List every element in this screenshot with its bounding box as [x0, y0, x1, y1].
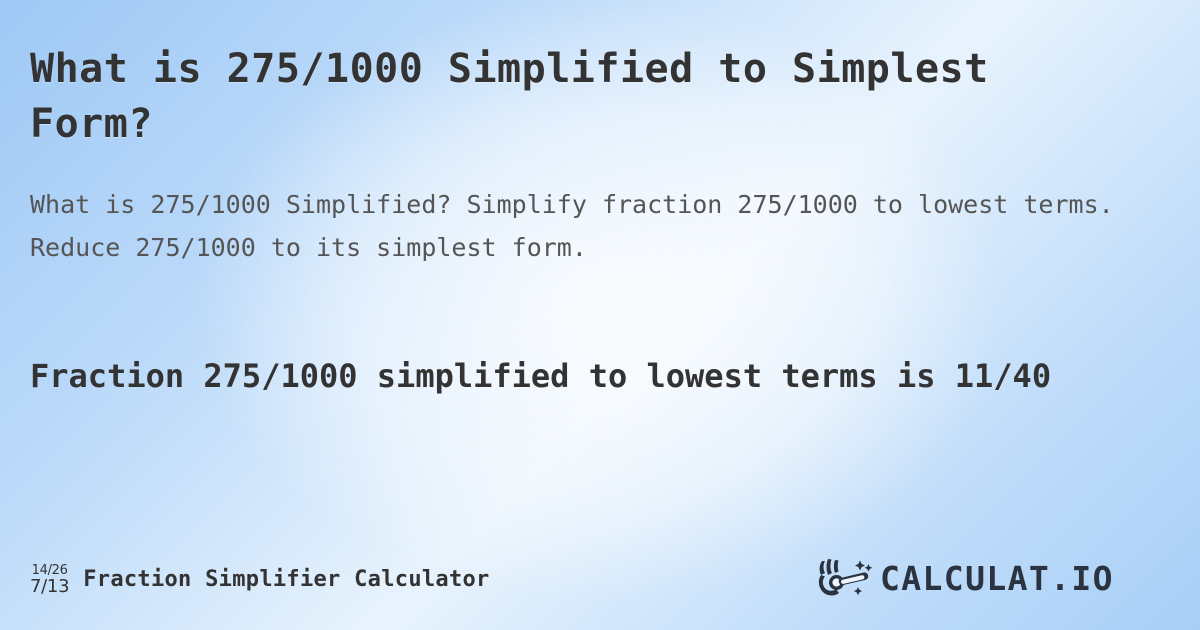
- footer-label: Fraction Simplifier Calculator: [83, 566, 490, 592]
- result-statement: Fraction 275/1000 simplified to lowest t…: [30, 357, 1052, 395]
- page-content: What is 275/1000 Simplified to Simplest …: [0, 0, 1200, 630]
- fraction-icon-bottom: 7/13: [30, 575, 70, 597]
- fraction-icon-top: 14/26: [31, 562, 68, 578]
- footer-left-group: 14/26 7/13 Fraction Simplifier Calculato…: [30, 563, 490, 596]
- brand-wordmark: CALCULAT.IO: [880, 559, 1114, 598]
- fraction-simplify-icon: 14/26 7/13: [30, 562, 70, 597]
- page-title: What is 275/1000 Simplified to Simplest …: [30, 46, 989, 148]
- magic-wand-hand-icon: [818, 559, 873, 596]
- svg-text:CALCULAT.IO: CALCULAT.IO: [880, 559, 1114, 598]
- brand-logo[interactable]: CALCULAT.IO CALCULAT.IO: [815, 558, 1170, 600]
- footer: 14/26 7/13 Fraction Simplifier Calculato…: [0, 554, 1200, 604]
- page-description: What is 275/1000 Simplified? Simplify fr…: [30, 190, 1114, 262]
